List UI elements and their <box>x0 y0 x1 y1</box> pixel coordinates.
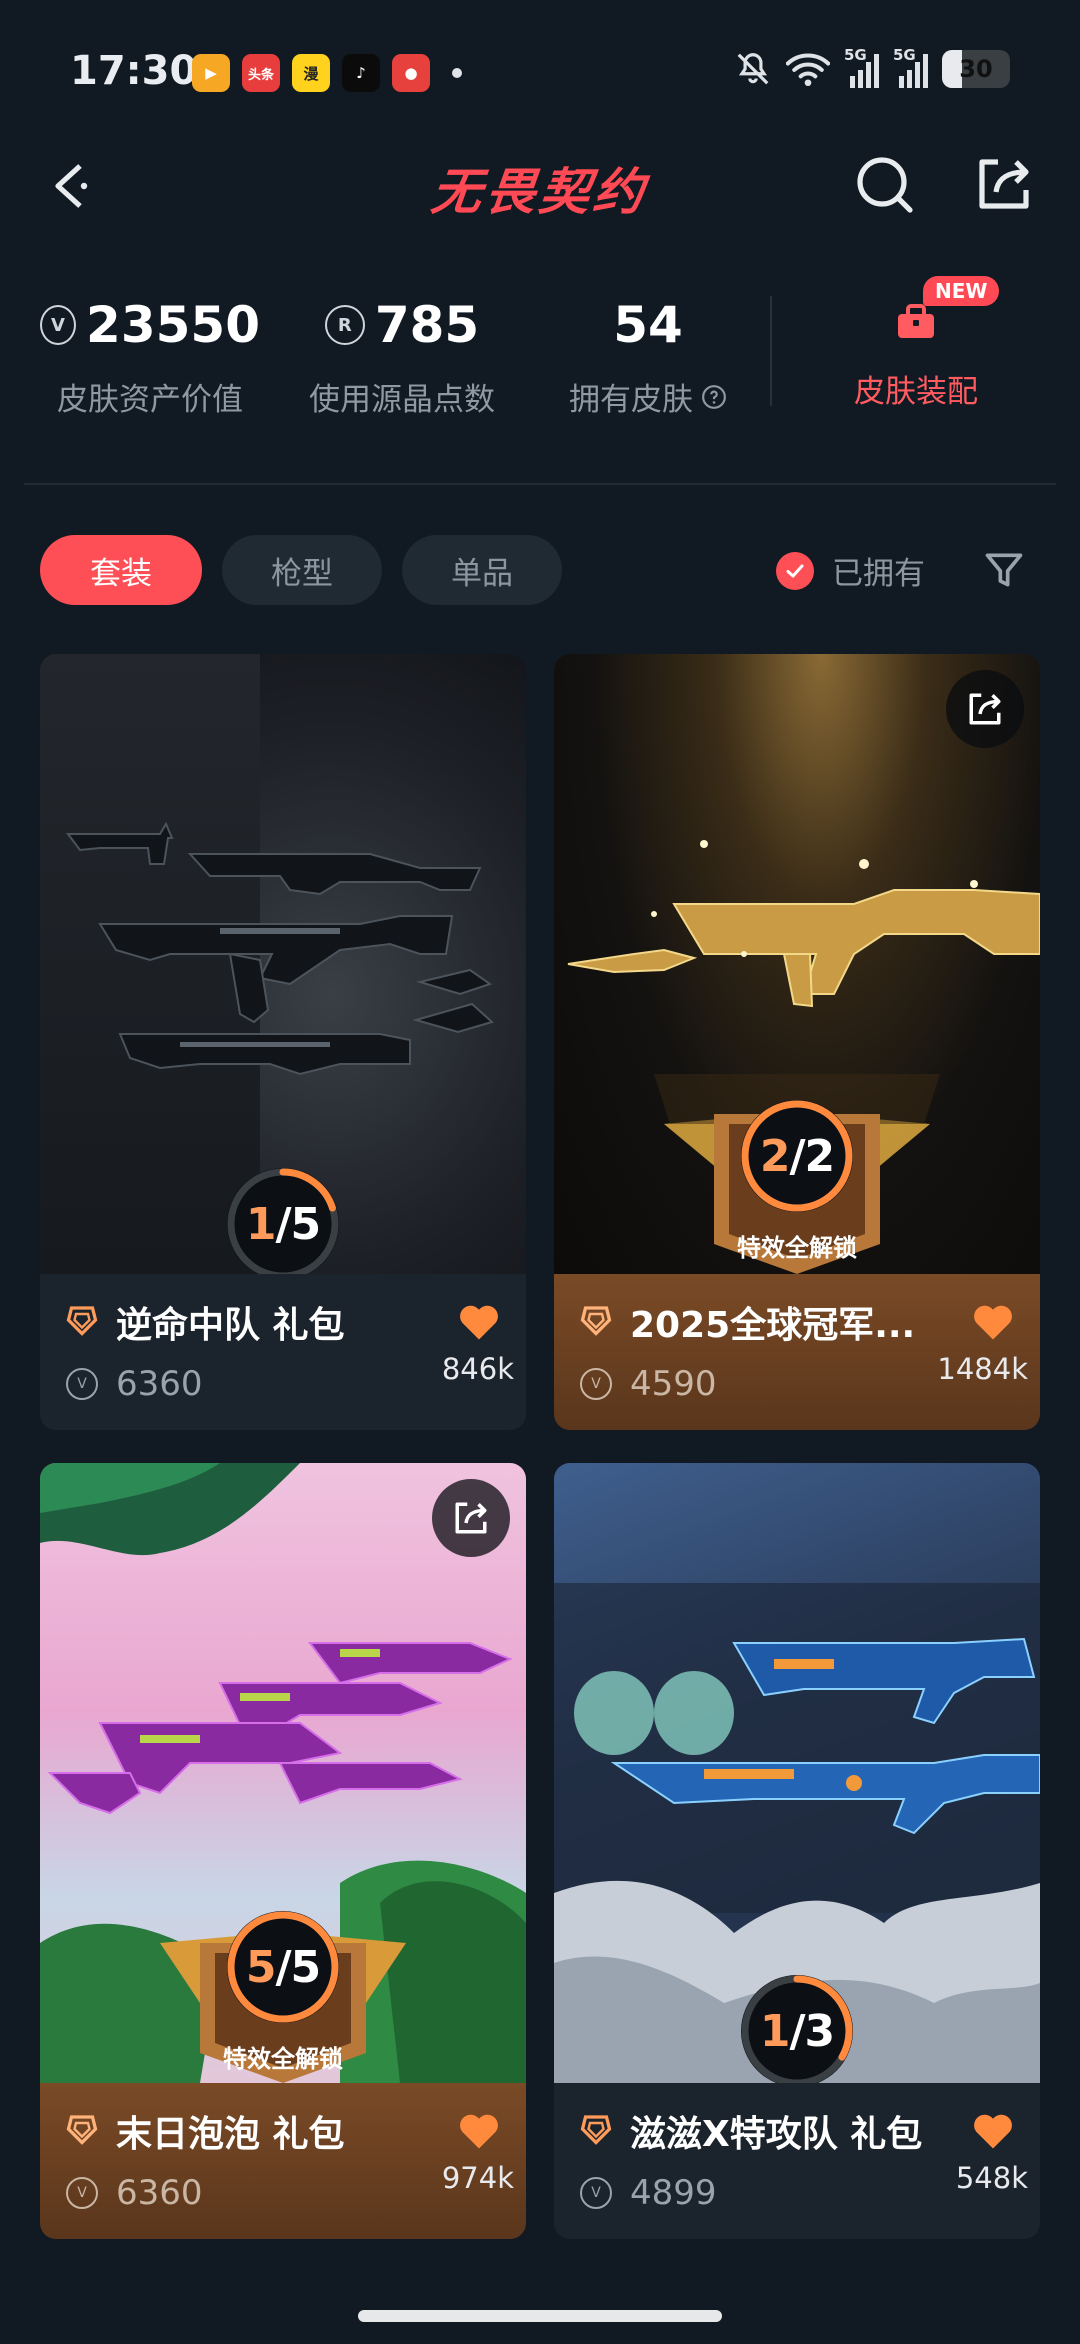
owned-skins-number: 54 <box>613 296 683 354</box>
skin-value-label: 皮肤资产价值 <box>57 382 243 418</box>
signal-icon-2: 5G <box>893 46 928 88</box>
tier-icon <box>66 2115 98 2145</box>
signal-2-label: 5G <box>893 46 916 64</box>
skin-value-number: 23550 <box>86 296 260 354</box>
bundle-info: 滋滋X特攻队 礼包 V 4899 548k <box>554 2083 1040 2239</box>
bundle-title: 2025全球冠军... <box>630 1305 916 1346</box>
more-notifications-dot <box>452 68 462 78</box>
valorant-points-icon: V <box>580 1368 612 1400</box>
effects-unlocked-label: 特效全解锁 <box>737 1234 857 1262</box>
bundle-info: 2025全球冠军... V 4590 1484k <box>554 1274 1040 1430</box>
radianite-label: 使用源晶点数 <box>309 382 495 418</box>
radianite-icon: R <box>324 305 365 345</box>
bundle-title: 末日泡泡 礼包 <box>116 2114 345 2155</box>
tier-icon <box>66 1306 98 1336</box>
battery-level: 30 <box>959 55 993 83</box>
bundle-price: 6360 <box>116 2173 203 2213</box>
page-title-logo: 无畏契约 <box>428 163 651 221</box>
heart-icon[interactable] <box>972 1302 1014 1342</box>
bundle-title: 逆命中队 礼包 <box>116 1305 345 1346</box>
status-time: 17:30 <box>70 48 198 94</box>
valorant-points-icon: V <box>40 305 77 345</box>
video-app-icon: ▶ <box>192 54 230 92</box>
collection-progress-text: 2/2 <box>759 1130 835 1182</box>
heart-icon[interactable] <box>458 1302 500 1342</box>
home-indicator[interactable] <box>358 2310 722 2322</box>
like-count: 1484k <box>937 1352 1028 1386</box>
battery-icon: 30 <box>942 50 1010 88</box>
tier-icon <box>580 1306 612 1336</box>
heart-icon[interactable] <box>458 2111 500 2151</box>
wifi-icon <box>786 53 830 87</box>
share-icon <box>969 693 1001 725</box>
toutiao-icon: 头条 <box>242 54 280 92</box>
valorant-points-icon: V <box>66 2177 98 2209</box>
collection-progress-text: 1/3 <box>759 2005 835 2057</box>
radianite-number: 785 <box>374 296 480 354</box>
tab-bundles[interactable]: 套装 <box>40 535 202 605</box>
filter-icon[interactable] <box>982 548 1026 592</box>
help-icon[interactable] <box>701 384 727 410</box>
status-bar: 17:30 ▶ 头条 漫 ♪ ● 5G 5G 30 <box>0 0 1080 140</box>
like-count: 548k <box>955 2161 1028 2195</box>
like-count: 846k <box>441 1352 514 1386</box>
stats-divider <box>770 296 772 406</box>
tiktok-icon: ♪ <box>342 54 380 92</box>
search-icon[interactable] <box>852 152 916 216</box>
heart-icon[interactable] <box>972 2111 1014 2151</box>
section-divider <box>24 483 1056 485</box>
checked-icon <box>776 551 814 590</box>
bundle-info: 末日泡泡 礼包 V 6360 974k <box>40 2083 526 2239</box>
owned-toggle[interactable]: 已拥有 <box>776 548 925 593</box>
share-icon <box>455 1502 487 1534</box>
bundle-price: 4899 <box>630 2173 717 2213</box>
bundle-price: 6360 <box>116 1364 203 1404</box>
skin-equip-label: 皮肤装配 <box>854 374 978 410</box>
tab-single-items[interactable]: 单品 <box>402 535 562 605</box>
signal-icon-1: 5G <box>844 46 879 88</box>
stat-skin-value: V 23550 皮肤资产价值 <box>40 290 260 419</box>
mute-icon <box>737 53 769 85</box>
signal-1-label: 5G <box>844 46 867 64</box>
bundle-card[interactable]: 1/3 滋滋X特攻队 礼包 V 4899 548k <box>554 1463 1040 2239</box>
collection-progress-text: 5/5 <box>245 1941 321 1993</box>
new-badge: NEW <box>923 276 1000 306</box>
bilibili-cartoon-icon: 漫 <box>292 54 330 92</box>
collection-progress-text: 1/5 <box>245 1198 321 1250</box>
share-icon[interactable] <box>972 152 1036 216</box>
tab-weapon-type[interactable]: 枪型 <box>222 535 382 605</box>
card-share-button[interactable] <box>432 1479 510 1557</box>
card-share-button[interactable] <box>946 670 1024 748</box>
pig-app-icon: ● <box>392 54 430 92</box>
effects-unlocked-label: 特效全解锁 <box>223 2045 343 2073</box>
bundle-card[interactable]: 1/5 逆命中队 礼包 V 6360 846k <box>40 654 526 1430</box>
bundle-card[interactable]: 2/2 特效全解锁 2025全球冠军... V 4590 1484k <box>554 654 1040 1430</box>
owned-toggle-label: 已拥有 <box>832 556 925 592</box>
valorant-points-icon: V <box>66 1368 98 1400</box>
stat-radianite-points: R 785 使用源晶点数 <box>292 290 512 419</box>
bundle-info: 逆命中队 礼包 V 6360 846k <box>40 1274 526 1430</box>
stat-owned-skins[interactable]: 54 拥有皮肤 <box>548 290 748 419</box>
bundle-title: 滋滋X特攻队 礼包 <box>630 2114 923 2155</box>
tier-icon <box>580 2115 612 2145</box>
notification-app-icons: ▶ 头条 漫 ♪ ● <box>192 54 462 92</box>
bundle-price: 4590 <box>630 1364 717 1404</box>
system-icons: 5G 5G 30 <box>734 46 1010 88</box>
bundle-card[interactable]: 5/5 特效全解锁 末日泡泡 礼包 V 6360 974k <box>40 1463 526 2239</box>
valorant-points-icon: V <box>580 2177 612 2209</box>
like-count: 974k <box>441 2161 514 2195</box>
owned-skins-label: 拥有皮肤 <box>569 382 693 418</box>
